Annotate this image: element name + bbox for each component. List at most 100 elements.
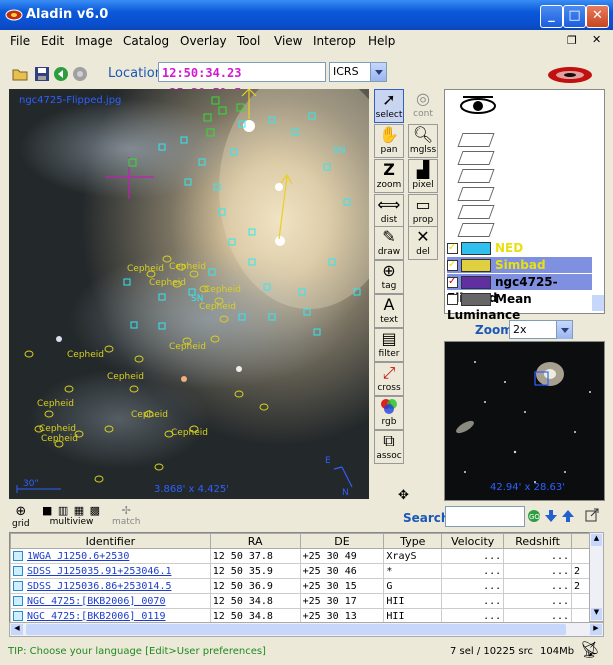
identifier-text[interactable]: NGC 4725:[BKB2006] 0119 xyxy=(27,611,165,622)
maximize-button[interactable]: □ xyxy=(563,5,586,28)
properties-tool-button[interactable]: ▭ prop xyxy=(408,194,438,228)
restore-icon[interactable]: ❐ xyxy=(567,34,577,47)
scroll-down-icon[interactable]: ▼ xyxy=(591,608,602,620)
identifier-cell[interactable]: 1WGA J1250.6+2530 xyxy=(10,548,211,564)
empty-plane[interactable] xyxy=(457,205,495,219)
frame-select[interactable]: ICRS xyxy=(329,62,387,82)
pixel-tool-button[interactable]: ▟ pixel xyxy=(408,159,438,193)
resize-icon[interactable]: ✥ xyxy=(398,488,409,503)
arrow-down-icon[interactable] xyxy=(544,509,558,523)
zoom-preview[interactable]: 42.94' x 28.63' xyxy=(444,341,605,501)
rgb-tool-button[interactable]: rgb xyxy=(374,396,404,430)
empty-plane[interactable] xyxy=(457,151,495,165)
layer-checkbox[interactable] xyxy=(447,274,458,290)
magnifier-tool-button[interactable]: 🔍︎ mglss xyxy=(408,124,438,158)
menu-file[interactable]: File xyxy=(10,34,30,48)
contour-tool-button[interactable]: ◎ cont xyxy=(408,89,438,123)
back-icon[interactable] xyxy=(53,66,69,82)
type-cell: HII xyxy=(383,593,443,609)
layer-simbad[interactable]: Simbad xyxy=(447,257,592,273)
menu-tool[interactable]: Tool xyxy=(237,34,260,48)
layer-stack[interactable]: NED Simbad ngc4725-Flipped Mean Luminanc… xyxy=(444,89,605,322)
layer-ngc4725[interactable]: ngc4725-Flipped xyxy=(447,274,592,305)
column-header[interactable]: Identifier xyxy=(10,533,211,549)
close-button[interactable]: ✕ xyxy=(586,5,609,28)
table-row[interactable]: SDSS J125036.86+253014.5 12 50 36.9 +25 … xyxy=(10,578,590,594)
grid-button[interactable]: ⊕ grid xyxy=(12,504,30,529)
empty-plane[interactable] xyxy=(457,223,495,237)
multiview-button[interactable]: ■ ▥ ▦ ▩ multiview xyxy=(42,504,101,527)
identifier-text[interactable]: NGC 4725:[BKB2006] 0070 xyxy=(27,596,165,607)
open-folder-icon[interactable] xyxy=(12,66,28,82)
scroll-thumb[interactable] xyxy=(26,624,566,635)
row-marker-icon xyxy=(13,610,23,621)
layer-checkbox[interactable] xyxy=(447,294,458,305)
menu-help[interactable]: Help xyxy=(368,34,395,48)
menu-edit[interactable]: Edit xyxy=(41,34,64,48)
empty-plane[interactable] xyxy=(457,133,495,147)
table-row[interactable]: NGC 4725:[BKB2006] 0070 12 50 34.8 +25 3… xyxy=(10,593,590,609)
eye-icon[interactable] xyxy=(459,94,497,116)
menu-image[interactable]: Image xyxy=(75,34,113,48)
filter-tool-button[interactable]: ▤ filter xyxy=(374,328,404,362)
image-view[interactable]: Cepheid Cepheid Cepheid Cepheid Cepheid … xyxy=(9,89,369,499)
tag-tool-button[interactable]: ⊕ tag xyxy=(374,260,404,294)
table-horizontal-scrollbar[interactable]: ◀ ▶ xyxy=(9,622,604,637)
arrow-up-icon[interactable] xyxy=(561,509,575,523)
text-tool-button[interactable]: Atext xyxy=(374,294,404,328)
menu-catalog[interactable]: Catalog xyxy=(123,34,169,48)
menu-interop[interactable]: Interop xyxy=(313,34,356,48)
association-tool-button[interactable]: ⧉ assoc xyxy=(374,430,404,464)
layer-mean-luminance[interactable]: Mean Luminance xyxy=(447,291,592,322)
identifier-text[interactable]: SDSS J125036.86+253014.5 xyxy=(27,581,172,592)
search-input[interactable] xyxy=(445,506,525,527)
identifier-text[interactable]: 1WGA J1250.6+2530 xyxy=(27,551,129,562)
select-tool-button[interactable]: ➚ select xyxy=(374,89,404,123)
minimize-button[interactable]: _ xyxy=(540,5,563,28)
pan-tool-button[interactable]: ✋ pan xyxy=(374,124,404,158)
menu-view[interactable]: View xyxy=(274,34,302,48)
table-row[interactable]: 1WGA J1250.6+2530 12 50 37.8 +25 30 49 X… xyxy=(10,548,590,564)
column-header[interactable]: RA xyxy=(209,533,301,549)
identifier-text[interactable]: SDSS J125035.91+253046.1 xyxy=(27,566,172,577)
layer-checkbox[interactable] xyxy=(447,257,458,273)
identifier-cell[interactable]: SDSS J125036.86+253014.5 xyxy=(10,578,211,594)
column-header[interactable]: Redshift xyxy=(503,533,573,549)
layer-ned[interactable]: NED xyxy=(447,240,592,256)
column-header[interactable]: Velocity xyxy=(441,533,505,549)
distance-tool-button[interactable]: ⟺ dist xyxy=(374,194,404,228)
identifier-cell[interactable]: NGC 4725:[BKB2006] 0070 xyxy=(10,593,211,609)
crossmatch-tool-button[interactable]: ⤢ cross xyxy=(374,362,404,396)
column-header[interactable]: Type xyxy=(383,533,443,549)
sky-image[interactable]: Cepheid Cepheid Cepheid Cepheid Cepheid … xyxy=(9,89,369,499)
match-button[interactable]: ✢ match xyxy=(112,504,140,527)
column-header[interactable]: DE xyxy=(299,533,385,549)
scroll-left-icon[interactable]: ◀ xyxy=(11,624,23,635)
preview-image[interactable]: 42.94' x 28.63' xyxy=(445,342,604,500)
stack-scrollbar[interactable] xyxy=(592,295,604,311)
location-input[interactable]: 12:50:34.23 +25:30:51.5 xyxy=(158,62,326,100)
save-icon[interactable] xyxy=(34,66,50,82)
delete-tool-button[interactable]: ✕ del xyxy=(408,226,438,260)
zoom-tool-button[interactable]: Zzoom xyxy=(374,159,404,193)
zoom-select[interactable]: 2x xyxy=(509,320,573,339)
menu-overlay[interactable]: Overlay xyxy=(180,34,227,48)
measurement-table[interactable]: Identifier RA DE Type Velocity Redshift … xyxy=(9,532,591,624)
scroll-up-icon[interactable]: ▲ xyxy=(591,534,602,546)
de-cell: +25 30 17 xyxy=(299,593,385,609)
satellite-dish-icon[interactable]: 📡︎ xyxy=(580,640,600,659)
detach-icon[interactable] xyxy=(585,508,599,522)
close-panel-icon[interactable]: ✕ xyxy=(592,33,601,46)
table-row[interactable]: SDSS J125035.91+253046.1 12 50 35.9 +25 … xyxy=(10,563,590,579)
empty-plane[interactable] xyxy=(457,169,495,183)
go-icon[interactable]: GO xyxy=(527,509,541,523)
layer-checkbox[interactable] xyxy=(447,240,458,256)
cepheid-label: Cepheid xyxy=(171,428,208,438)
table-vertical-scrollbar[interactable]: ▲ ▼ xyxy=(589,532,604,622)
scroll-right-icon[interactable]: ▶ xyxy=(590,624,602,635)
draw-tool-button[interactable]: ✎ draw xyxy=(374,226,404,260)
empty-plane[interactable] xyxy=(457,187,495,201)
de-cell: +25 30 15 xyxy=(299,578,385,594)
forward-icon[interactable] xyxy=(72,66,88,82)
identifier-cell[interactable]: SDSS J125035.91+253046.1 xyxy=(10,563,211,579)
